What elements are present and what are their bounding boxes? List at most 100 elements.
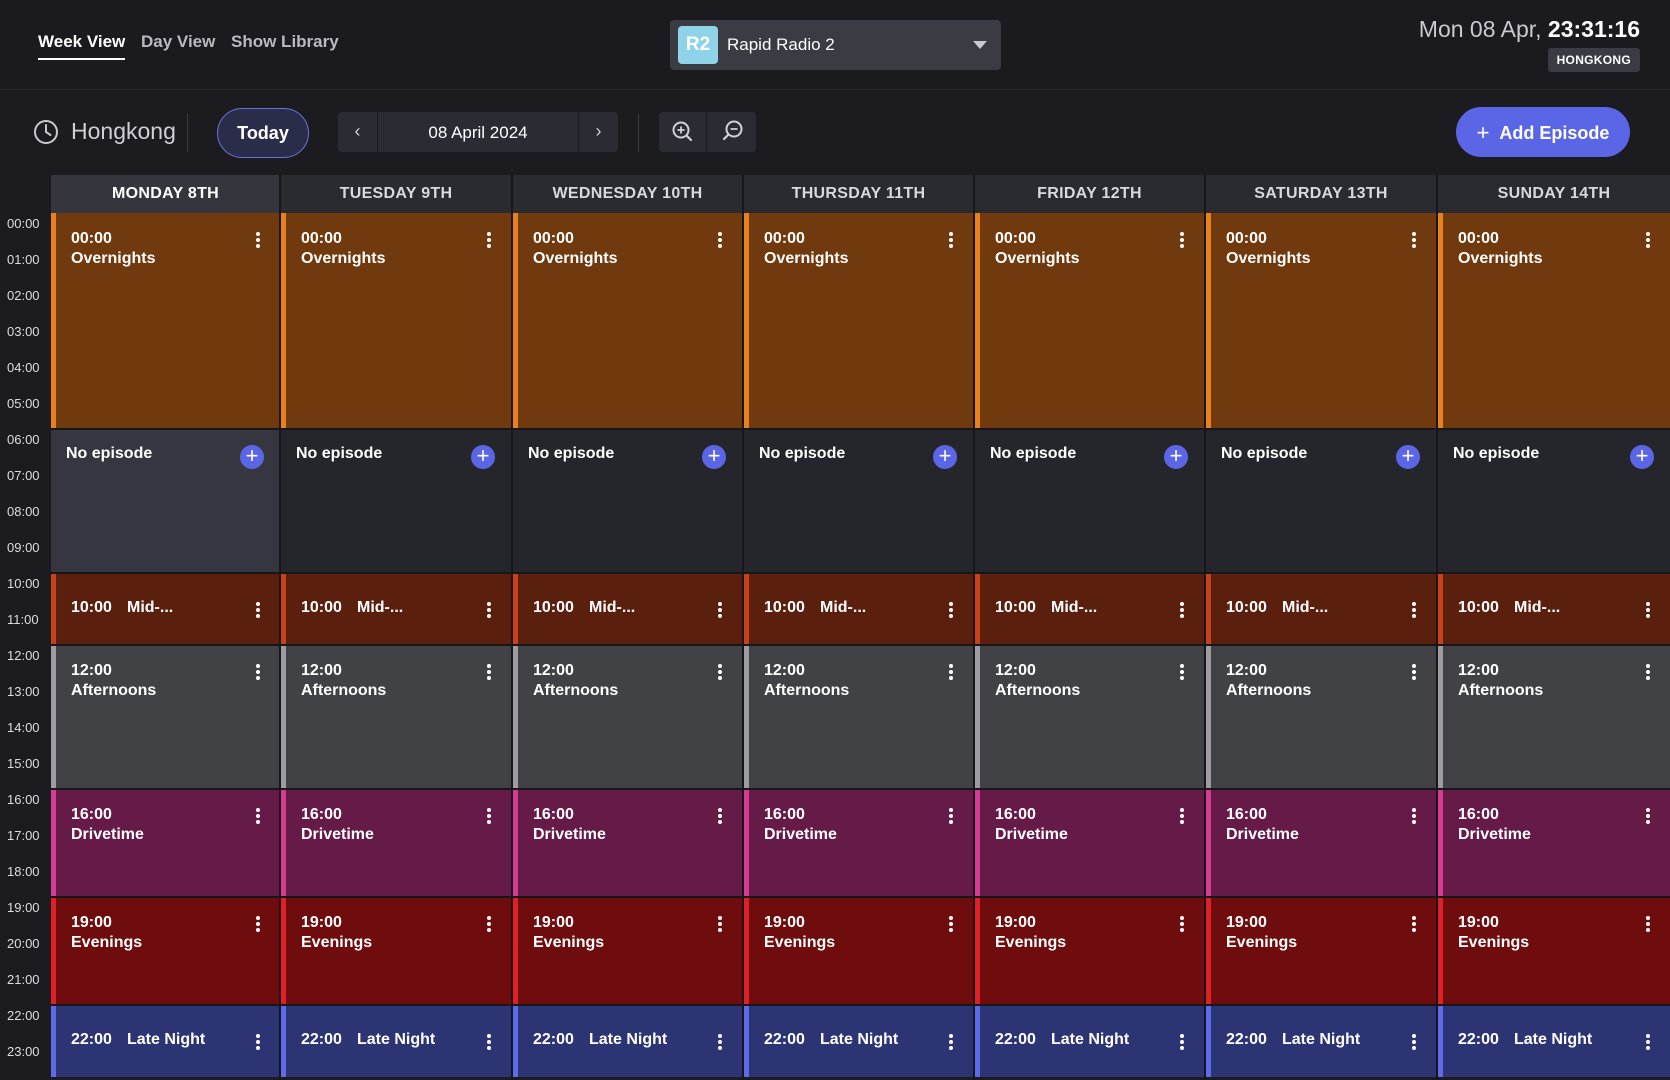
episode-block[interactable]: 12:00 Afternoons: [975, 645, 1204, 789]
episode-block[interactable]: 00:00 Overnights: [51, 213, 280, 429]
more-options-icon[interactable]: [949, 916, 953, 932]
episode-block[interactable]: 19:00 Evenings: [281, 897, 511, 1005]
more-options-icon[interactable]: [1412, 808, 1416, 824]
add-episode-icon[interactable]: +: [1630, 445, 1654, 469]
episode-block[interactable]: 16:00 Drivetime: [281, 789, 511, 897]
episode-block[interactable]: 10:00 Mid-...: [281, 573, 511, 645]
more-options-icon[interactable]: [949, 1034, 953, 1050]
episode-block[interactable]: 10:00 Mid-...: [51, 573, 280, 645]
today-button[interactable]: Today: [217, 108, 309, 158]
empty-slot[interactable]: No episode +: [1206, 429, 1436, 573]
more-options-icon[interactable]: [1412, 916, 1416, 932]
more-options-icon[interactable]: [256, 664, 260, 680]
add-episode-icon[interactable]: +: [471, 445, 495, 469]
tab-week-view[interactable]: Week View: [38, 32, 126, 60]
episode-block[interactable]: 12:00 Afternoons: [51, 645, 280, 789]
episode-block[interactable]: 19:00 Evenings: [1438, 897, 1670, 1005]
more-options-icon[interactable]: [718, 232, 722, 248]
episode-block[interactable]: 10:00 Mid-...: [975, 573, 1204, 645]
add-episode-icon[interactable]: +: [933, 445, 957, 469]
more-options-icon[interactable]: [1180, 602, 1184, 618]
add-episode-icon[interactable]: +: [1164, 445, 1188, 469]
station-dropdown[interactable]: R2 Rapid Radio 2: [670, 20, 1001, 70]
more-options-icon[interactable]: [718, 808, 722, 824]
more-options-icon[interactable]: [1646, 1034, 1650, 1050]
episode-block[interactable]: 16:00 Drivetime: [513, 789, 742, 897]
episode-block[interactable]: 12:00 Afternoons: [513, 645, 742, 789]
episode-block[interactable]: 16:00 Drivetime: [1206, 789, 1436, 897]
tab-day-view[interactable]: Day View: [141, 32, 215, 52]
more-options-icon[interactable]: [1646, 602, 1650, 618]
more-options-icon[interactable]: [256, 808, 260, 824]
more-options-icon[interactable]: [487, 808, 491, 824]
episode-block[interactable]: 22:00 Late Night: [51, 1005, 280, 1077]
episode-block[interactable]: 22:00 Late Night: [1438, 1005, 1670, 1077]
more-options-icon[interactable]: [487, 232, 491, 248]
episode-block[interactable]: 22:00 Late Night: [744, 1005, 973, 1077]
add-episode-icon[interactable]: +: [702, 445, 726, 469]
episode-block[interactable]: 00:00 Overnights: [744, 213, 973, 429]
episode-block[interactable]: 19:00 Evenings: [1206, 897, 1436, 1005]
episode-block[interactable]: 12:00 Afternoons: [281, 645, 511, 789]
more-options-icon[interactable]: [718, 664, 722, 680]
empty-slot[interactable]: No episode +: [744, 429, 973, 573]
episode-block[interactable]: 16:00 Drivetime: [1438, 789, 1670, 897]
episode-block[interactable]: 22:00 Late Night: [1206, 1005, 1436, 1077]
more-options-icon[interactable]: [256, 232, 260, 248]
more-options-icon[interactable]: [487, 1034, 491, 1050]
more-options-icon[interactable]: [1180, 232, 1184, 248]
episode-block[interactable]: 00:00 Overnights: [975, 213, 1204, 429]
tab-show-library[interactable]: Show Library: [231, 32, 339, 52]
more-options-icon[interactable]: [487, 916, 491, 932]
episode-block[interactable]: 19:00 Evenings: [51, 897, 280, 1005]
episode-block[interactable]: 22:00 Late Night: [513, 1005, 742, 1077]
empty-slot[interactable]: No episode +: [1438, 429, 1670, 573]
zoom-in-button[interactable]: [659, 112, 707, 152]
more-options-icon[interactable]: [1180, 916, 1184, 932]
more-options-icon[interactable]: [718, 602, 722, 618]
more-options-icon[interactable]: [1412, 232, 1416, 248]
current-date-display[interactable]: 08 April 2024: [378, 123, 578, 143]
episode-block[interactable]: 19:00 Evenings: [975, 897, 1204, 1005]
episode-block[interactable]: 00:00 Overnights: [1206, 213, 1436, 429]
more-options-icon[interactable]: [1180, 808, 1184, 824]
more-options-icon[interactable]: [949, 808, 953, 824]
chevron-left-icon[interactable]: ‹: [338, 112, 378, 152]
episode-block[interactable]: 16:00 Drivetime: [51, 789, 280, 897]
more-options-icon[interactable]: [1412, 1034, 1416, 1050]
zoom-out-button[interactable]: [708, 112, 756, 152]
more-options-icon[interactable]: [1646, 232, 1650, 248]
more-options-icon[interactable]: [256, 916, 260, 932]
empty-slot[interactable]: No episode +: [51, 429, 280, 573]
more-options-icon[interactable]: [1646, 664, 1650, 680]
more-options-icon[interactable]: [256, 602, 260, 618]
more-options-icon[interactable]: [487, 602, 491, 618]
episode-block[interactable]: 00:00 Overnights: [513, 213, 742, 429]
episode-block[interactable]: 00:00 Overnights: [281, 213, 511, 429]
episode-block[interactable]: 16:00 Drivetime: [744, 789, 973, 897]
add-episode-icon[interactable]: +: [1396, 445, 1420, 469]
episode-block[interactable]: 19:00 Evenings: [513, 897, 742, 1005]
more-options-icon[interactable]: [949, 602, 953, 618]
episode-block[interactable]: 10:00 Mid-...: [1206, 573, 1436, 645]
more-options-icon[interactable]: [1180, 1034, 1184, 1050]
empty-slot[interactable]: No episode +: [281, 429, 511, 573]
more-options-icon[interactable]: [949, 232, 953, 248]
chevron-right-icon[interactable]: ›: [578, 112, 618, 152]
more-options-icon[interactable]: [1412, 602, 1416, 618]
more-options-icon[interactable]: [487, 664, 491, 680]
empty-slot[interactable]: No episode +: [513, 429, 742, 573]
episode-block[interactable]: 10:00 Mid-...: [513, 573, 742, 645]
episode-block[interactable]: 10:00 Mid-...: [1438, 573, 1670, 645]
more-options-icon[interactable]: [1646, 916, 1650, 932]
episode-block[interactable]: 12:00 Afternoons: [744, 645, 973, 789]
more-options-icon[interactable]: [949, 664, 953, 680]
episode-block[interactable]: 22:00 Late Night: [975, 1005, 1204, 1077]
episode-block[interactable]: 12:00 Afternoons: [1438, 645, 1670, 789]
more-options-icon[interactable]: [1180, 664, 1184, 680]
more-options-icon[interactable]: [1646, 808, 1650, 824]
episode-block[interactable]: 10:00 Mid-...: [744, 573, 973, 645]
episode-block[interactable]: 22:00 Late Night: [281, 1005, 511, 1077]
more-options-icon[interactable]: [718, 916, 722, 932]
empty-slot[interactable]: No episode +: [975, 429, 1204, 573]
